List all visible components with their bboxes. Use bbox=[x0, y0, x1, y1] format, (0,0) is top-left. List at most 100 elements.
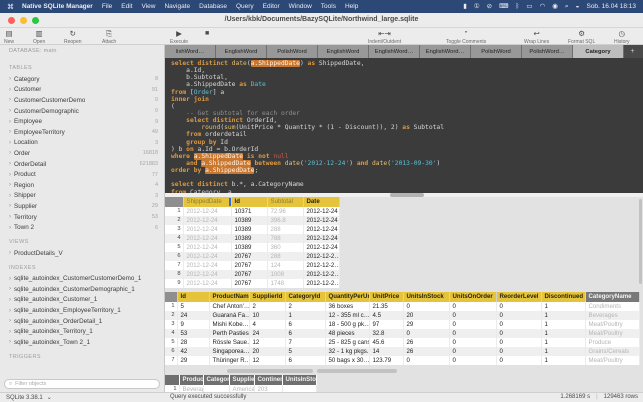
column-header-category[interactable]: Category bbox=[203, 375, 230, 385]
cell[interactable]: 5 bbox=[177, 302, 210, 311]
tab-englishword[interactable]: EnglishWord bbox=[216, 45, 267, 58]
cell[interactable]: 2012-12-24 bbox=[183, 225, 232, 234]
cell[interactable]: 2012-12-24 bbox=[303, 207, 340, 216]
cell[interactable]: 97 bbox=[369, 320, 404, 329]
cell[interactable]: 4 bbox=[249, 320, 286, 329]
cell[interactable]: 2012-12-24 bbox=[303, 234, 340, 243]
sidebar-item-employeeterritory[interactable]: › EmployeeTerritory 49 bbox=[0, 127, 164, 138]
cell[interactable]: 2012-12-24 bbox=[183, 207, 232, 216]
indent-outdent-button[interactable]: ⇤⇥ Indent/Outdent bbox=[368, 29, 401, 45]
table-row[interactable]: 6 42 Singaporea… 20 5 32 - 1 kg pkgs. 14 26 0 0 1 G… bbox=[165, 347, 640, 356]
cell[interactable]: Chef Anton'… bbox=[209, 302, 250, 311]
execute-button[interactable]: ▶ Execute bbox=[170, 29, 188, 45]
cell[interactable]: 5 bbox=[285, 347, 326, 356]
cell[interactable]: 124 bbox=[267, 261, 304, 270]
cell[interactable]: 25 - 825 g cans bbox=[325, 338, 370, 347]
cell[interactable]: 0 bbox=[449, 329, 497, 338]
open-button[interactable]: ▥ Open bbox=[33, 29, 45, 45]
column-header-supplierid[interactable]: SupplierId bbox=[249, 292, 286, 302]
cell[interactable]: 10389 bbox=[231, 216, 268, 225]
column-header-subtotal[interactable]: Subtotal bbox=[267, 197, 304, 207]
spotlight-icon[interactable]: ⌕ bbox=[565, 0, 569, 13]
toggle-comments-button[interactable]: ” Toggle Comments bbox=[446, 29, 486, 45]
table-row[interactable]: 5 2012-12-24 10389 360 2012-12-24 bbox=[165, 243, 340, 252]
cell[interactable]: 1 bbox=[541, 338, 586, 347]
cell[interactable]: 2012-12-2… bbox=[303, 279, 340, 288]
cell[interactable]: 0 bbox=[496, 356, 542, 365]
menu-help[interactable]: Help bbox=[345, 3, 358, 10]
filter-objects-input[interactable]: ⌕ Filter objects bbox=[4, 379, 160, 389]
cell[interactable]: 1 bbox=[541, 356, 586, 365]
menu-view[interactable]: View bbox=[142, 3, 156, 10]
column-header-unitprice[interactable]: UnitPrice bbox=[369, 292, 404, 302]
column-header-categoryname[interactable]: CategoryName bbox=[585, 292, 640, 302]
column-header-unitsinstock[interactable]: UnitsInStock bbox=[282, 375, 317, 385]
cell[interactable]: 360 bbox=[267, 243, 304, 252]
sidebar-item-order[interactable]: › Order 16818 bbox=[0, 148, 164, 159]
cell[interactable]: 6 bbox=[285, 356, 326, 365]
column-header-reorderlevel[interactable]: ReorderLevel bbox=[496, 292, 542, 302]
cell[interactable]: 4.5 bbox=[369, 311, 404, 320]
shipped-results-table[interactable]: ShippedDate Id Subtotal Date 1 2012-12-24 1037… bbox=[165, 197, 340, 288]
column-header-discontinued[interactable]: Discontinued bbox=[541, 292, 586, 302]
cell[interactable]: 2012-12-24 bbox=[303, 225, 340, 234]
column-header-shippeddate[interactable]: ShippedDate bbox=[183, 197, 232, 207]
cell[interactable]: 2012-12-24 bbox=[183, 252, 232, 261]
scrollbar-thumb[interactable] bbox=[317, 369, 397, 373]
cell[interactable]: 10371 bbox=[231, 207, 268, 216]
cell[interactable]: 45.6 bbox=[369, 338, 404, 347]
menu-file[interactable]: File bbox=[102, 3, 112, 10]
cell[interactable]: 396.8 bbox=[267, 216, 304, 225]
cell[interactable]: Grains/Cereals bbox=[585, 347, 640, 356]
cell[interactable]: 2012-12-24 bbox=[183, 270, 232, 279]
sidebar-item-product[interactable]: › Product 77 bbox=[0, 169, 164, 180]
wrap-lines-button[interactable]: ↩ Wrap Lines bbox=[524, 29, 549, 45]
table-row[interactable]: 3 2012-12-24 10389 288 2012-12-24 bbox=[165, 225, 340, 234]
sidebar-item-region[interactable]: › Region 4 bbox=[0, 180, 164, 191]
table-row[interactable]: 3 9 Mishi Kobe… 4 6 18 - 500 g pk… 97 29 0 0 1 Meat… bbox=[165, 320, 640, 329]
cell[interactable]: 123.79 bbox=[369, 356, 404, 365]
cell[interactable]: 0 bbox=[496, 347, 542, 356]
cell[interactable]: 288 bbox=[267, 252, 304, 261]
sidebar-item-territory[interactable]: › Territory 53 bbox=[0, 212, 164, 223]
cell[interactable]: 2012-12-24 bbox=[183, 234, 232, 243]
cell[interactable]: 42 bbox=[177, 347, 210, 356]
cell[interactable]: 1 bbox=[541, 329, 586, 338]
new-tab-button[interactable]: + bbox=[624, 45, 641, 58]
cell[interactable]: Condiments bbox=[585, 302, 640, 311]
column-header-categoryid[interactable]: CategoryId bbox=[285, 292, 326, 302]
cell[interactable]: 2012-12-24 bbox=[303, 216, 340, 225]
cell[interactable]: 2 bbox=[285, 302, 326, 311]
cell[interactable]: 0 bbox=[496, 329, 542, 338]
cell[interactable]: 0 bbox=[449, 311, 497, 320]
siri-icon[interactable]: ◉ bbox=[552, 0, 558, 13]
results-horizontal-scrollbar[interactable] bbox=[165, 369, 635, 373]
cell[interactable]: 20 bbox=[249, 347, 286, 356]
column-header-id[interactable]: Id bbox=[231, 197, 268, 207]
cell[interactable]: 36 boxes bbox=[325, 302, 370, 311]
table-row[interactable]: 7 2012-12-24 20767 124 2012-12-2… bbox=[165, 261, 340, 270]
battery-icon[interactable]: ▭ bbox=[526, 0, 532, 13]
cell[interactable]: 0 bbox=[449, 338, 497, 347]
column-header-productname[interactable]: ProductName bbox=[209, 292, 250, 302]
cell[interactable]: 10389 bbox=[231, 225, 268, 234]
cell[interactable]: 0 bbox=[496, 302, 542, 311]
apple-menu-icon[interactable]: ⌘ bbox=[7, 3, 14, 11]
cell[interactable]: Beverages bbox=[585, 311, 640, 320]
cell[interactable]: 0 bbox=[496, 311, 542, 320]
cell[interactable]: 2012-12-24 bbox=[183, 261, 232, 270]
cell[interactable]: 0 bbox=[449, 320, 497, 329]
tab-englishword-[interactable]: EnglishWord… bbox=[420, 45, 471, 58]
mirroring-off-icon[interactable]: ⊘ bbox=[487, 0, 492, 13]
cell[interactable]: 2012-12-2… bbox=[303, 261, 340, 270]
cell[interactable]: 0 bbox=[403, 302, 450, 311]
menu-edit[interactable]: Edit bbox=[121, 3, 132, 10]
cell[interactable]: 1 bbox=[285, 311, 326, 320]
table-row[interactable]: 1 5 Chef Anton'… 2 2 36 boxes 21.35 0 0 0 1 Condime… bbox=[165, 302, 640, 311]
cell[interactable]: 788 bbox=[267, 234, 304, 243]
reopen-button[interactable]: ↻ Reopen bbox=[64, 29, 82, 45]
sidebar-item-sqlite-autoindex-customercustomerdemo-1[interactable]: › sqlite_autoindex_CustomerCustomerDemo_1 bbox=[0, 274, 164, 285]
cell[interactable]: 12 bbox=[249, 338, 286, 347]
cell[interactable]: 20767 bbox=[231, 270, 268, 279]
cell[interactable]: 0 bbox=[449, 347, 497, 356]
